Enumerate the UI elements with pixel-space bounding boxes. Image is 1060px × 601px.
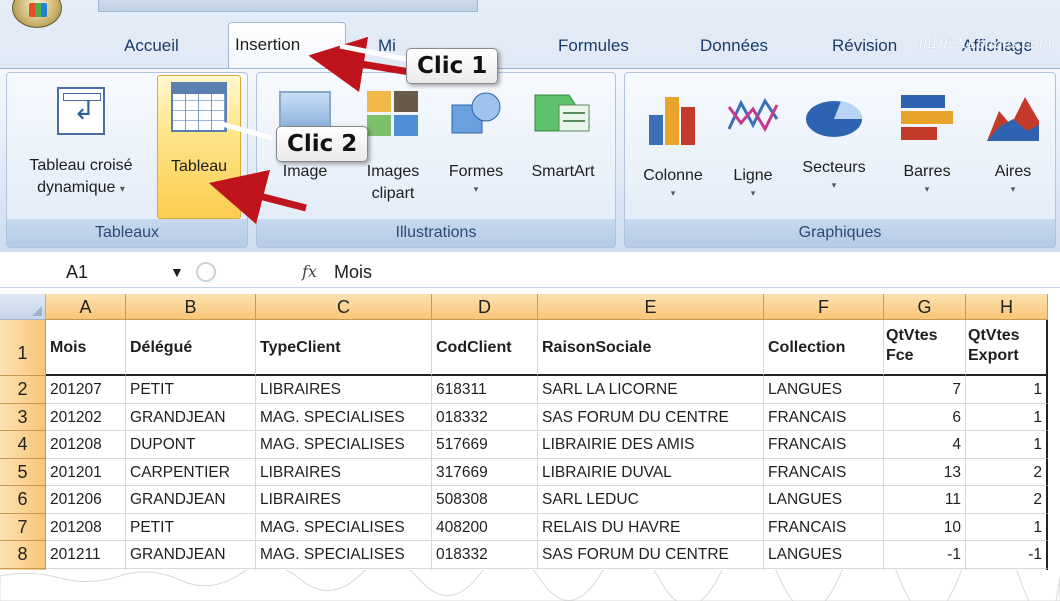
torn-edge-svg xyxy=(0,570,1060,601)
table-cell[interactable]: LIBRAIRES xyxy=(256,458,432,486)
column-header-a[interactable]: A xyxy=(46,294,126,320)
table-cell[interactable]: FRANCAIS xyxy=(764,458,884,486)
insert-function-icon[interactable]: fx xyxy=(302,260,317,284)
select-all-button[interactable] xyxy=(0,294,46,320)
formula-bar: A1 ▼ fx Mois xyxy=(0,256,1060,288)
table-cell[interactable]: 408200 xyxy=(432,513,538,541)
arrow-clic-1 xyxy=(308,36,411,93)
table-cell[interactable]: PETIT xyxy=(126,513,256,541)
table-cell[interactable]: SARL LEDUC xyxy=(538,486,764,514)
row-header[interactable]: 4 xyxy=(0,431,46,459)
table-cell[interactable]: 13 xyxy=(884,458,966,486)
header-cell[interactable]: CodClient xyxy=(432,320,538,376)
table-cell[interactable]: GRANDJEAN xyxy=(126,541,256,569)
row-header[interactable]: 6 xyxy=(0,486,46,514)
header-cell[interactable]: QtVtes Fce xyxy=(884,320,966,376)
callout-clic-1: Clic 1 xyxy=(406,48,499,84)
table-cell[interactable]: 201201 xyxy=(46,458,126,486)
arrow-clic-2 xyxy=(208,169,307,225)
table-cell[interactable]: FRANCAIS xyxy=(764,431,884,459)
ribbon: Accueil Insertion Mi Formules Données Ré… xyxy=(0,0,1060,252)
table-cell[interactable]: 618311 xyxy=(432,376,538,404)
spreadsheet-grid: ABCDEFGH 1 Mois Délégué TypeClient CodClient… xyxy=(0,294,1060,601)
table-cell[interactable]: 508308 xyxy=(432,486,538,514)
row-header[interactable]: 8 xyxy=(0,541,46,569)
table-cell[interactable]: 1 xyxy=(966,403,1048,431)
connector-clic-2 xyxy=(221,121,273,141)
connector-clic-1 xyxy=(339,43,411,63)
table-cell[interactable]: 201211 xyxy=(46,541,126,569)
column-header-g[interactable]: G xyxy=(884,294,966,320)
table-cell[interactable]: 11 xyxy=(884,486,966,514)
header-cell[interactable]: Mois xyxy=(46,320,126,376)
header-cell[interactable]: RaisonSociale xyxy=(538,320,764,376)
table-cell[interactable]: 6 xyxy=(884,403,966,431)
callout-clic-2: Clic 2 xyxy=(276,126,369,162)
table-cell[interactable]: FRANCAIS xyxy=(764,403,884,431)
table-cell[interactable]: 2 xyxy=(966,486,1048,514)
table-cell[interactable]: SAS FORUM DU CENTRE xyxy=(538,541,764,569)
table-cell[interactable]: SAS FORUM DU CENTRE xyxy=(538,403,764,431)
table-cell[interactable]: MAG. SPECIALISES xyxy=(256,541,432,569)
annotation-arrows xyxy=(208,36,411,225)
table-cell[interactable]: GRANDJEAN xyxy=(126,403,256,431)
table-cell[interactable]: SARL LA LICORNE xyxy=(538,376,764,404)
table-cell[interactable]: FRANCAIS xyxy=(764,513,884,541)
table-cell[interactable]: CARPENTIER xyxy=(126,458,256,486)
table-cell[interactable]: MAG. SPECIALISES xyxy=(256,403,432,431)
table-cell[interactable]: MAG. SPECIALISES xyxy=(256,513,432,541)
chevron-down-icon[interactable]: ▼ xyxy=(170,260,184,284)
table-cell[interactable]: LIBRAIRIE DES AMIS xyxy=(538,431,764,459)
table-cell[interactable]: LIBRAIRES xyxy=(256,486,432,514)
row-header[interactable]: 1 xyxy=(0,320,46,376)
table-cell[interactable]: LIBRAIRES xyxy=(256,376,432,404)
header-cell[interactable]: Délégué xyxy=(126,320,256,376)
table-cell[interactable]: MAG. SPECIALISES xyxy=(256,431,432,459)
table-cell[interactable]: -1 xyxy=(966,541,1048,569)
header-cell[interactable]: Collection xyxy=(764,320,884,376)
table-cell[interactable]: 4 xyxy=(884,431,966,459)
table-cell[interactable]: -1 xyxy=(884,541,966,569)
column-header-e[interactable]: E xyxy=(538,294,764,320)
table-cell[interactable]: PETIT xyxy=(126,376,256,404)
column-header-h[interactable]: H xyxy=(966,294,1048,320)
table-cell[interactable]: 1 xyxy=(966,513,1048,541)
table-cell[interactable]: 201202 xyxy=(46,403,126,431)
table-cell[interactable]: 7 xyxy=(884,376,966,404)
table-cell[interactable]: LIBRAIRIE DUVAL xyxy=(538,458,764,486)
table-cell[interactable]: 201208 xyxy=(46,431,126,459)
table-cell[interactable]: RELAIS DU HAVRE xyxy=(538,513,764,541)
table-cell[interactable]: 201207 xyxy=(46,376,126,404)
table-cell[interactable]: LANGUES xyxy=(764,541,884,569)
table-cell[interactable]: 1 xyxy=(966,376,1048,404)
column-header-b[interactable]: B xyxy=(126,294,256,320)
header-cell[interactable]: TypeClient xyxy=(256,320,432,376)
cancel-icon[interactable] xyxy=(196,262,216,282)
column-header-d[interactable]: D xyxy=(432,294,538,320)
table-cell[interactable]: GRANDJEAN xyxy=(126,486,256,514)
table-cell[interactable]: 018332 xyxy=(432,541,538,569)
row-header[interactable]: 3 xyxy=(0,403,46,431)
table-cell[interactable]: 2 xyxy=(966,458,1048,486)
formula-input[interactable]: Mois xyxy=(334,260,1034,284)
column-header-c[interactable]: C xyxy=(256,294,432,320)
table-cell[interactable]: 1 xyxy=(966,431,1048,459)
table-cell[interactable]: LANGUES xyxy=(764,376,884,404)
torn-edge xyxy=(0,570,1060,601)
table-cell[interactable]: 018332 xyxy=(432,403,538,431)
table-cell[interactable]: 317669 xyxy=(432,458,538,486)
table-cell[interactable]: DUPONT xyxy=(126,431,256,459)
column-header-f[interactable]: F xyxy=(764,294,884,320)
header-cell[interactable]: QtVtes Export xyxy=(966,320,1048,376)
row-header[interactable]: 2 xyxy=(0,376,46,404)
table-cell[interactable]: 10 xyxy=(884,513,966,541)
row-header[interactable]: 5 xyxy=(0,458,46,486)
table-cell[interactable]: LANGUES xyxy=(764,486,884,514)
table-cell[interactable]: 201208 xyxy=(46,513,126,541)
table-cell[interactable]: 517669 xyxy=(432,431,538,459)
table-cell[interactable]: 201206 xyxy=(46,486,126,514)
row-header[interactable]: 7 xyxy=(0,513,46,541)
